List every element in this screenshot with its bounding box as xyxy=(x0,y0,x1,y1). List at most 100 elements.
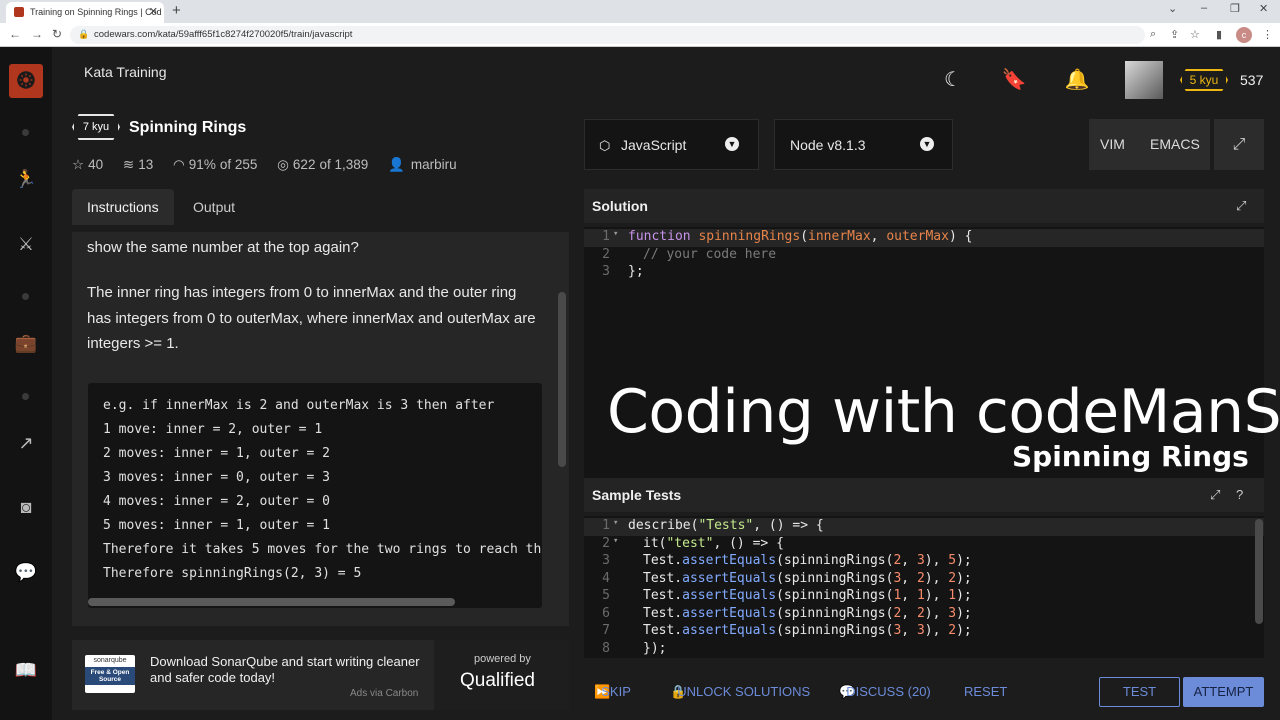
training-icon[interactable]: 🏃 xyxy=(14,167,38,191)
maximize-icon[interactable]: ❐ xyxy=(1230,2,1240,15)
codewars-app: ❂ 🏃 ⚔ 💼 ↗ ◙ 💬 📖 Kata Training ☾ 🔖 🔔 5 ky… xyxy=(0,47,1280,720)
author-stat[interactable]: 👤 marbiru xyxy=(388,157,457,172)
unlock-solutions-button[interactable]: 🔒 UNLOCK SOLUTIONS xyxy=(670,673,810,711)
sidebar-dot xyxy=(22,393,29,400)
lock-icon: 🔒 xyxy=(78,29,90,39)
powered-by-label: powered by xyxy=(474,653,531,665)
code-line: 4 moves: inner = 2, outer = 0 xyxy=(103,494,330,509)
back-icon[interactable]: ← xyxy=(9,27,21,41)
tab-search-icon[interactable]: ⌄ xyxy=(1168,2,1177,15)
ad-text[interactable]: Download SonarQube and start writing cle… xyxy=(150,654,420,686)
sonarqube-logo: sonarqube Free & Open Source xyxy=(85,655,135,693)
expand-icon[interactable]: ⤢ xyxy=(1236,189,1246,223)
solution-header: Solution ⤢ xyxy=(584,189,1264,223)
fullscreen-icon[interactable]: ⤢ xyxy=(1214,119,1264,170)
code-line: 5 moves: inner = 1, outer = 1 xyxy=(103,518,330,533)
menu-dots-icon[interactable]: ⋮ xyxy=(1262,28,1273,41)
stars-stat[interactable]: ☆ 40 xyxy=(72,157,103,172)
bookmark-icon[interactable]: 🔖 xyxy=(1001,67,1027,93)
qualified-logo: Qualified xyxy=(460,670,535,691)
user-avatar[interactable] xyxy=(1125,61,1163,99)
tab-instructions[interactable]: Instructions xyxy=(72,189,174,225)
discord-icon[interactable]: ◙ xyxy=(14,495,38,519)
tab-output[interactable]: Output xyxy=(178,189,250,225)
chevron-down-icon: ▼ xyxy=(920,137,934,151)
editor-mode-buttons: VIM EMACS xyxy=(1089,119,1210,170)
sidebar: ❂ 🏃 ⚔ 💼 ↗ ◙ 💬 📖 xyxy=(0,47,52,720)
user-honor: 537 xyxy=(1240,72,1264,88)
code-line: 2 moves: inner = 1, outer = 2 xyxy=(103,446,330,461)
leaderboard-icon[interactable]: ↗ xyxy=(14,431,38,455)
browser-tab-bar: Training on Spinning Rings | Cod ✕ + ⌄ –… xyxy=(0,0,1280,23)
skip-button[interactable]: ⏩ SKIP xyxy=(594,673,631,711)
tests-scrollbar[interactable] xyxy=(1255,519,1263,624)
instructions-paragraph: show the same number at the top again? xyxy=(87,239,359,256)
solution-editor[interactable]: 1 ▾ function spinningRings(innerMax, oute… xyxy=(584,227,1264,347)
code-line: Therefore spinningRings(2, 3) = 5 xyxy=(103,566,362,581)
sample-tests-editor[interactable]: 1 ▾ describe("Tests", () => { 2 ▾ it("test… xyxy=(584,516,1264,658)
browser-tab[interactable]: Training on Spinning Rings | Cod ✕ xyxy=(6,2,164,23)
kata-stats: ☆ 40 ≋ 13 ◠ 91% of 255 ◎ 622 of 1,389 👤 marbiru xyxy=(72,157,473,173)
chat-icon[interactable]: 💬 xyxy=(14,560,38,584)
code-line: e.g. if innerMax is 2 and outerMax is 3 … xyxy=(103,398,495,413)
vim-mode-button[interactable]: VIM xyxy=(1100,119,1125,170)
briefcase-icon[interactable]: 💼 xyxy=(14,331,38,355)
forward-icon[interactable]: → xyxy=(31,27,43,41)
codewars-favicon-icon xyxy=(14,7,24,17)
code-line: 1 move: inner = 2, outer = 1 xyxy=(103,422,323,437)
collections-stat: ≋ 13 xyxy=(122,157,154,172)
reset-button[interactable]: RESET xyxy=(964,673,1007,711)
qualified-promo[interactable]: powered by Qualified xyxy=(434,640,569,710)
side-panel-icon[interactable]: ▮ xyxy=(1216,28,1222,41)
close-window-icon[interactable]: ✕ xyxy=(1259,2,1268,15)
satisfaction-icon: ◠ xyxy=(173,157,185,172)
close-tab-icon[interactable]: ✕ xyxy=(149,5,158,18)
target-icon: ◎ xyxy=(277,157,289,172)
instructions-scrollbar[interactable] xyxy=(558,292,566,467)
emacs-mode-button[interactable]: EMACS xyxy=(1150,119,1200,170)
satisfaction-stat: ◠ 91% of 255 xyxy=(173,157,258,172)
instructions-paragraph: The inner ring has integers from 0 to in… xyxy=(87,284,536,352)
sidebar-dot xyxy=(22,129,29,136)
version-select[interactable]: Node v8.1.3 ▼ xyxy=(774,119,953,170)
code-line: Therefore it takes 5 moves for the two r… xyxy=(103,542,542,557)
horizontal-scrollbar[interactable] xyxy=(88,598,455,606)
codewars-logo-icon[interactable]: ❂ xyxy=(9,64,43,98)
reload-icon[interactable]: ↻ xyxy=(52,27,62,41)
code-line: 1 ▾ describe("Tests", () => { xyxy=(584,518,1264,536)
page-title: Kata Training xyxy=(84,64,167,80)
carbon-ad[interactable]: sonarqube Free & Open Source Download Son… xyxy=(72,640,569,710)
zoom-icon[interactable]: ⌕ xyxy=(1150,28,1156,41)
share-icon[interactable]: ⇪ xyxy=(1170,28,1179,41)
language-select[interactable]: ⬡ JavaScript ▼ xyxy=(584,119,759,170)
code-line: 3 moves: inner = 0, outer = 3 xyxy=(103,470,330,485)
stack-icon: ≋ xyxy=(122,157,135,172)
profile-avatar-icon[interactable]: c xyxy=(1236,27,1252,43)
url-text[interactable]: codewars.com/kata/59afff65f1c8274f270020… xyxy=(94,29,352,40)
practice-icon[interactable]: ⚔ xyxy=(14,232,38,256)
new-tab-icon[interactable]: + xyxy=(172,2,181,19)
expand-icon[interactable]: ⤢ xyxy=(1210,478,1220,512)
test-button[interactable]: TEST xyxy=(1099,677,1180,707)
sidebar-dot xyxy=(22,293,29,300)
ads-via-carbon[interactable]: Ads via Carbon xyxy=(350,688,418,699)
kata-rank-badge: 7 kyu xyxy=(72,114,120,140)
dark-mode-icon[interactable]: ☾ xyxy=(940,67,966,93)
example-code-block: e.g. if innerMax is 2 and outerMax is 3 … xyxy=(88,383,542,608)
bookmark-star-icon[interactable]: ☆ xyxy=(1190,28,1200,41)
browser-tab-title: Training on Spinning Rings | Cod xyxy=(30,7,162,17)
user-icon: 👤 xyxy=(388,157,405,172)
docs-book-icon[interactable]: 📖 xyxy=(14,658,38,682)
kata-title: Spinning Rings xyxy=(129,119,247,136)
minimize-icon[interactable]: – xyxy=(1201,2,1207,14)
chevron-down-icon: ▼ xyxy=(725,137,739,151)
discuss-button[interactable]: 💬 DISCUSS (20) xyxy=(839,673,931,711)
code-line: 1 ▾ function spinningRings(innerMax, oute… xyxy=(584,229,1264,247)
completed-stat: ◎ 622 of 1,389 xyxy=(277,157,369,172)
js-icon: ⬡ xyxy=(599,138,611,153)
video-overlay-title: Coding with codeManS xyxy=(607,377,1280,447)
attempt-button[interactable]: ATTEMPT xyxy=(1183,677,1264,707)
help-icon[interactable]: ? xyxy=(1236,478,1243,512)
video-overlay-subtitle: Spinning Rings xyxy=(1012,440,1249,473)
notifications-bell-icon[interactable]: 🔔 xyxy=(1064,67,1090,93)
